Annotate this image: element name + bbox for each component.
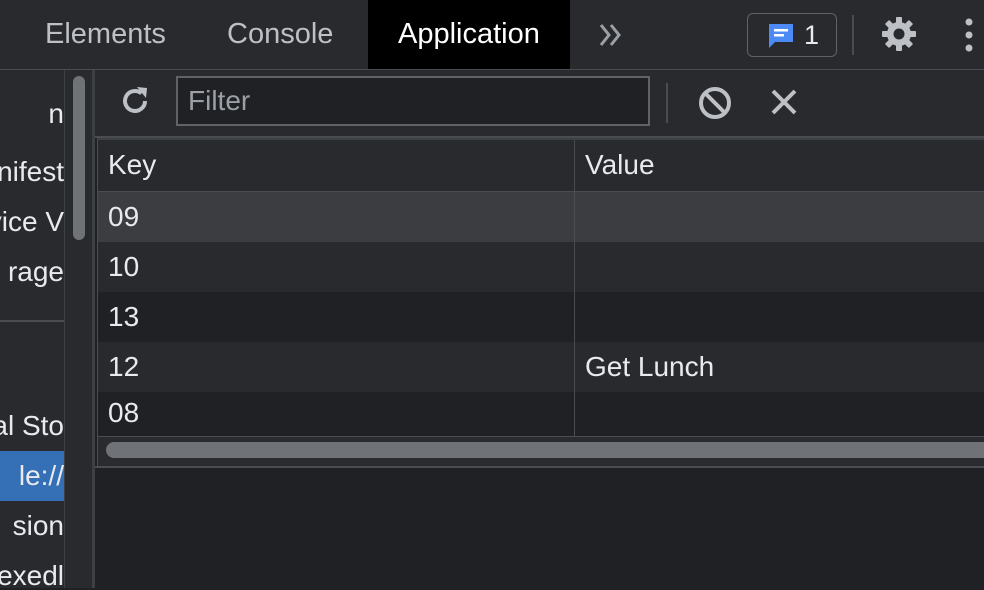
column-divider[interactable] (574, 140, 575, 436)
table-row[interactable]: 13 (98, 292, 984, 342)
column-header-key[interactable]: Key (98, 140, 156, 190)
issues-button[interactable]: 1 (747, 13, 837, 57)
application-sidebar: n nifest vice V rage al Sto le:// sion e… (0, 70, 92, 588)
more-options-kebab-icon[interactable] (962, 17, 976, 58)
filter-input[interactable] (176, 76, 650, 126)
row-key: 08 (108, 397, 140, 428)
sidebar-item-storage[interactable]: rage (8, 247, 64, 297)
row-key: 13 (108, 301, 140, 332)
issues-chat-icon (766, 22, 796, 55)
devtools-tabbar: Elements Console Application 1 (0, 0, 984, 70)
table-row[interactable]: 08 (98, 392, 984, 436)
sidebar-item-manifest[interactable]: nifest (0, 147, 64, 197)
storage-toolbar (95, 70, 984, 138)
toolbar-divider (666, 83, 668, 123)
value-preview-pane (95, 466, 984, 590)
horizontal-scrollbar-thumb[interactable] (106, 442, 984, 458)
tab-console[interactable]: Console (227, 0, 333, 69)
delete-selected-close-icon[interactable] (769, 87, 799, 122)
refresh-icon[interactable] (117, 83, 153, 124)
sidebar-item-file-origin[interactable]: le:// (0, 451, 64, 501)
tab-elements[interactable]: Elements (45, 0, 166, 69)
table-header: Key Value (98, 140, 984, 192)
clear-all-block-icon[interactable] (697, 85, 733, 126)
sidebar-item-session-storage[interactable]: sion (13, 501, 64, 551)
sidebar-item-application[interactable]: n (48, 89, 64, 139)
table-row[interactable]: 09 (98, 192, 984, 242)
table-row[interactable]: 10 (98, 242, 984, 292)
sidebar-item-service-workers[interactable]: vice V (0, 197, 64, 247)
sidebar-divider (0, 320, 64, 322)
storage-table: Key Value 09 10 13 12 Get Lunch 08 (97, 138, 984, 468)
tab-application[interactable]: Application (368, 0, 570, 69)
row-key: 12 (108, 351, 140, 382)
column-header-value[interactable]: Value (575, 140, 655, 190)
row-key: 09 (108, 201, 140, 232)
settings-gear-icon[interactable] (880, 15, 918, 58)
sidebar-item-indexeddb[interactable]: exedl (0, 551, 64, 588)
toolbar-divider (852, 15, 854, 55)
row-value: Get Lunch (585, 351, 715, 382)
sidebar-item-local-storage[interactable]: al Sto (0, 401, 64, 451)
issues-count: 1 (804, 20, 820, 50)
sidebar-scrollbar-thumb[interactable] (73, 76, 85, 240)
row-key: 10 (108, 251, 140, 282)
table-row[interactable]: 12 Get Lunch (98, 342, 984, 392)
more-tabs-chevron-icon[interactable] (596, 18, 626, 52)
